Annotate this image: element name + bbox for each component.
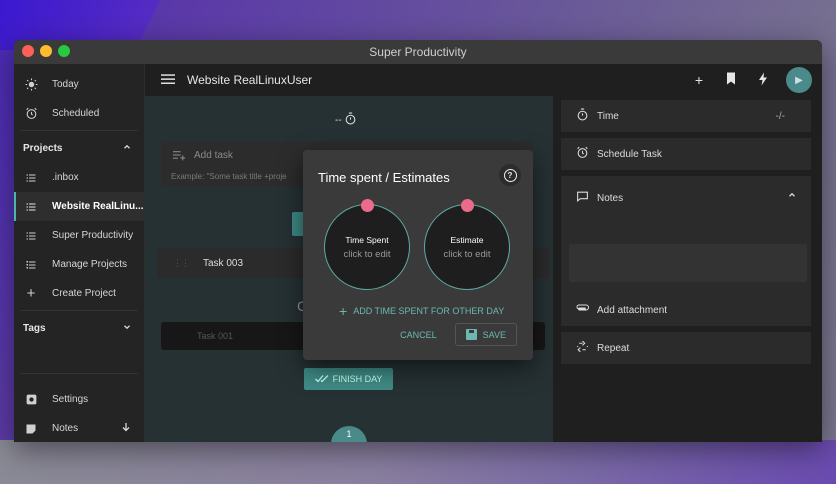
estimate-dial[interactable]: Estimate click to edit [424, 199, 510, 290]
help-icon: ? [503, 168, 517, 182]
time-spent-hint: click to edit [343, 248, 391, 260]
dialog-actions: CANCEL SAVE [396, 323, 517, 346]
dialog-title: Time spent / Estimates [318, 170, 450, 185]
dial-handle[interactable] [361, 199, 374, 212]
save-button[interactable]: SAVE [454, 323, 517, 346]
time-spent-dial[interactable]: Time Spent click to edit [324, 199, 410, 290]
estimate-label: Estimate [450, 234, 484, 245]
app-window: Super Productivity Today Scheduled Proje… [14, 40, 822, 442]
save-icon [465, 329, 477, 340]
save-label: SAVE [482, 329, 506, 340]
cancel-button[interactable]: CANCEL [396, 326, 441, 344]
dialog-overlay: Time spent / Estimates ? Time Spent clic… [14, 40, 822, 442]
time-estimate-dialog: Time spent / Estimates ? Time Spent clic… [303, 150, 533, 360]
dial-handle[interactable] [461, 199, 474, 212]
add-time-other-day-button[interactable]: + ADD TIME SPENT FOR OTHER DAY [339, 303, 505, 319]
help-button[interactable]: ? [499, 164, 521, 186]
add-time-label: ADD TIME SPENT FOR OTHER DAY [353, 306, 505, 316]
estimate-hint: click to edit [443, 248, 491, 260]
background-bottom [0, 440, 836, 484]
time-spent-label: Time Spent [345, 234, 389, 245]
plus-icon: + [339, 303, 348, 319]
